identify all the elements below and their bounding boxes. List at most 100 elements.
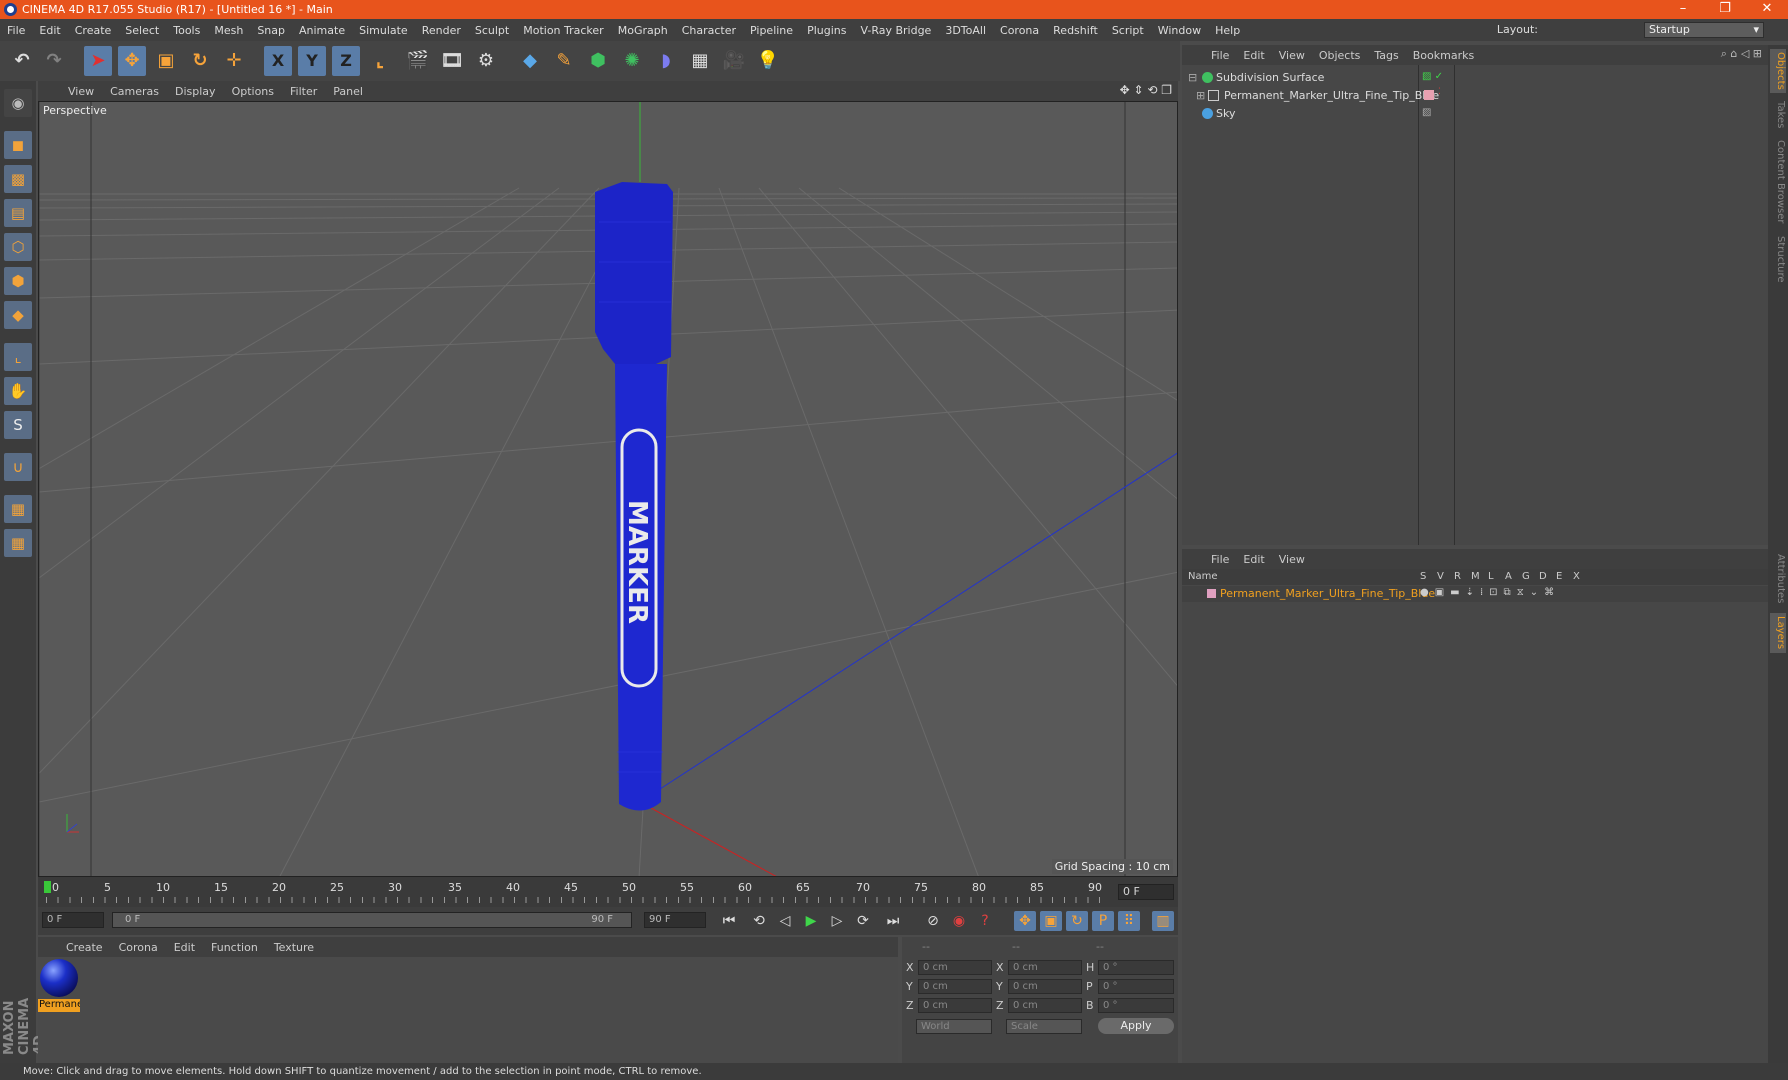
- subdivision-nurbs-icon[interactable]: ⬢: [584, 46, 612, 76]
- key-parameter-icon[interactable]: P: [1092, 911, 1114, 931]
- previous-frame-icon[interactable]: ◁: [774, 911, 796, 931]
- coord-space-dropdown[interactable]: World: [916, 1019, 992, 1034]
- coord-size-x-field[interactable]: 0 cm: [1008, 960, 1082, 975]
- coord-pos-x-field[interactable]: 0 cm: [918, 960, 992, 975]
- workplane-mode-icon[interactable]: ▤: [4, 199, 32, 227]
- select-pointer-icon[interactable]: ➤: [84, 46, 112, 76]
- edges-mode-icon[interactable]: ⬢: [4, 267, 32, 295]
- coord-rot-h-field[interactable]: 0 °: [1098, 960, 1174, 975]
- polygons-mode-icon[interactable]: ◆: [4, 301, 32, 329]
- coord-size-z-field[interactable]: 0 cm: [1008, 998, 1082, 1013]
- layer-col-l[interactable]: L: [1488, 571, 1494, 582]
- planar-workplane-icon[interactable]: ▦: [4, 529, 32, 557]
- menu-3dtoall[interactable]: 3DToAll: [938, 24, 993, 37]
- layer-col-e[interactable]: E: [1556, 571, 1562, 582]
- menu-sculpt[interactable]: Sculpt: [468, 24, 516, 37]
- keyframe-selection-icon[interactable]: ?: [974, 911, 996, 931]
- magnet-icon[interactable]: ∪: [4, 453, 32, 481]
- search-icon[interactable]: ⌕ ⌂ ◁ ⊞: [1721, 47, 1762, 61]
- layer-menu-view[interactable]: View: [1272, 553, 1312, 566]
- layer-name[interactable]: Permanent_Marker_Ultra_Fine_Tip_Blue: [1220, 587, 1435, 600]
- coord-pos-y-field[interactable]: 0 cm: [918, 979, 992, 994]
- autokey-icon[interactable]: ◉: [948, 911, 970, 931]
- playhead[interactable]: [44, 881, 51, 893]
- layer-col-s[interactable]: S: [1420, 571, 1426, 582]
- menu-edit[interactable]: Edit: [32, 24, 67, 37]
- layer-color-swatch[interactable]: [1207, 589, 1216, 598]
- object-menu-edit[interactable]: Edit: [1236, 49, 1271, 62]
- menu-simulate[interactable]: Simulate: [352, 24, 415, 37]
- coord-pos-z-field[interactable]: 0 cm: [918, 998, 992, 1013]
- object-menu-bookmarks[interactable]: Bookmarks: [1406, 49, 1481, 62]
- tab-attributes[interactable]: Attributes: [1770, 549, 1786, 609]
- live-select-icon[interactable]: ✛: [220, 46, 248, 76]
- key-position-icon[interactable]: ✥: [1014, 911, 1036, 931]
- material-menu-create[interactable]: Create: [58, 941, 111, 954]
- menu-snap[interactable]: Snap: [250, 24, 292, 37]
- layer-row[interactable]: Permanent_Marker_Ultra_Fine_Tip_Blue ●▣▬…: [1182, 586, 1768, 602]
- menu-plugins[interactable]: Plugins: [800, 24, 853, 37]
- tweak-mode-icon[interactable]: ✋: [4, 377, 32, 405]
- layer-toggle-icons[interactable]: ●▣▬⇣⁞⊡⧉⧖⌄⌘: [1420, 587, 1560, 598]
- render-view-icon[interactable]: 🎬: [404, 46, 432, 76]
- expand-toggle-icon[interactable]: ⊟: [1188, 71, 1197, 84]
- key-pla-icon[interactable]: ⠿: [1118, 911, 1140, 931]
- coord-mode-dropdown[interactable]: Scale: [1006, 1019, 1082, 1034]
- layer-col-m[interactable]: M: [1471, 571, 1480, 582]
- layer-col-d[interactable]: D: [1539, 571, 1547, 582]
- object-row[interactable]: Sky ▨: [1182, 105, 1768, 123]
- layer-col-g[interactable]: G: [1522, 571, 1530, 582]
- visibility-dots-icon[interactable]: ⁚: [1438, 87, 1441, 97]
- timeline-ruler[interactable]: 0 5 10 15 20 25 30 35 40 45 50 55 60 65 …: [38, 877, 1178, 907]
- model-mode-icon[interactable]: ◼: [4, 131, 32, 159]
- object-menu-tags[interactable]: Tags: [1367, 49, 1405, 62]
- object-menu-view[interactable]: View: [1272, 49, 1312, 62]
- layer-col-x[interactable]: X: [1573, 571, 1580, 582]
- viewport-menu-display[interactable]: Display: [167, 85, 224, 98]
- layer-col-a[interactable]: A: [1505, 571, 1512, 582]
- light-icon[interactable]: 💡: [754, 46, 782, 76]
- tab-takes[interactable]: Takes: [1770, 97, 1786, 133]
- tab-layers[interactable]: Layers: [1770, 613, 1786, 653]
- key-scale-icon[interactable]: ▣: [1040, 911, 1062, 931]
- axis-mode-icon[interactable]: ⌞: [4, 343, 32, 371]
- end-frame-field[interactable]: 90 F: [644, 912, 706, 928]
- timeline-window-icon[interactable]: ▥: [1152, 911, 1174, 931]
- layer-menu-file[interactable]: File: [1204, 553, 1236, 566]
- next-key-icon[interactable]: ⟳: [852, 911, 874, 931]
- object-row[interactable]: ⊞ Permanent_Marker_Ultra_Fine_Tip_Blue ⁚: [1182, 87, 1768, 105]
- layer-col-name[interactable]: Name: [1188, 571, 1218, 582]
- object-menu-objects[interactable]: Objects: [1312, 49, 1368, 62]
- viewport-menu-view[interactable]: View: [60, 85, 102, 98]
- viewport-nav-icons[interactable]: ✥ ⇕ ⟲ ❐: [1120, 83, 1172, 97]
- previous-key-icon[interactable]: ⟲: [748, 911, 770, 931]
- move-icon[interactable]: ✥: [118, 46, 146, 76]
- menu-create[interactable]: Create: [68, 24, 119, 37]
- render-settings-icon[interactable]: ⚙: [472, 46, 500, 76]
- go-to-start-icon[interactable]: ⏮: [718, 911, 740, 931]
- material-name-label[interactable]: Permanent_Marker_Ultra_Fine_Tip_Blue: [38, 999, 80, 1012]
- layer-menu-edit[interactable]: Edit: [1236, 553, 1271, 566]
- object-menu-file[interactable]: File: [1204, 49, 1236, 62]
- menu-motion-tracker[interactable]: Motion Tracker: [516, 24, 610, 37]
- close-button[interactable]: ✕: [1746, 0, 1788, 19]
- material-tag-icon[interactable]: [1424, 90, 1434, 100]
- menu-render[interactable]: Render: [415, 24, 468, 37]
- coord-rot-p-field[interactable]: 0 °: [1098, 979, 1174, 994]
- camera-icon[interactable]: 🎥: [720, 46, 748, 76]
- points-mode-icon[interactable]: ⬡: [4, 233, 32, 261]
- scale-icon[interactable]: ▣: [152, 46, 180, 76]
- rotate-icon[interactable]: ↻: [186, 46, 214, 76]
- range-slider[interactable]: 0 F 90 F: [112, 912, 632, 928]
- layout-dropdown[interactable]: Startup ▾: [1644, 22, 1764, 38]
- x-axis-icon[interactable]: X: [264, 46, 292, 76]
- viewport-perspective[interactable]: MARKER Perspective Grid Spacing : 10 cm: [38, 101, 1178, 877]
- viewport-menu-cameras[interactable]: Cameras: [102, 85, 167, 98]
- y-axis-icon[interactable]: Y: [298, 46, 326, 76]
- tab-objects[interactable]: Objects: [1770, 49, 1786, 93]
- menu-corona[interactable]: Corona: [993, 24, 1046, 37]
- coord-rot-b-field[interactable]: 0 °: [1098, 998, 1174, 1013]
- material-menu-texture[interactable]: Texture: [266, 941, 322, 954]
- menu-script[interactable]: Script: [1105, 24, 1151, 37]
- viewport-menu-filter[interactable]: Filter: [282, 85, 325, 98]
